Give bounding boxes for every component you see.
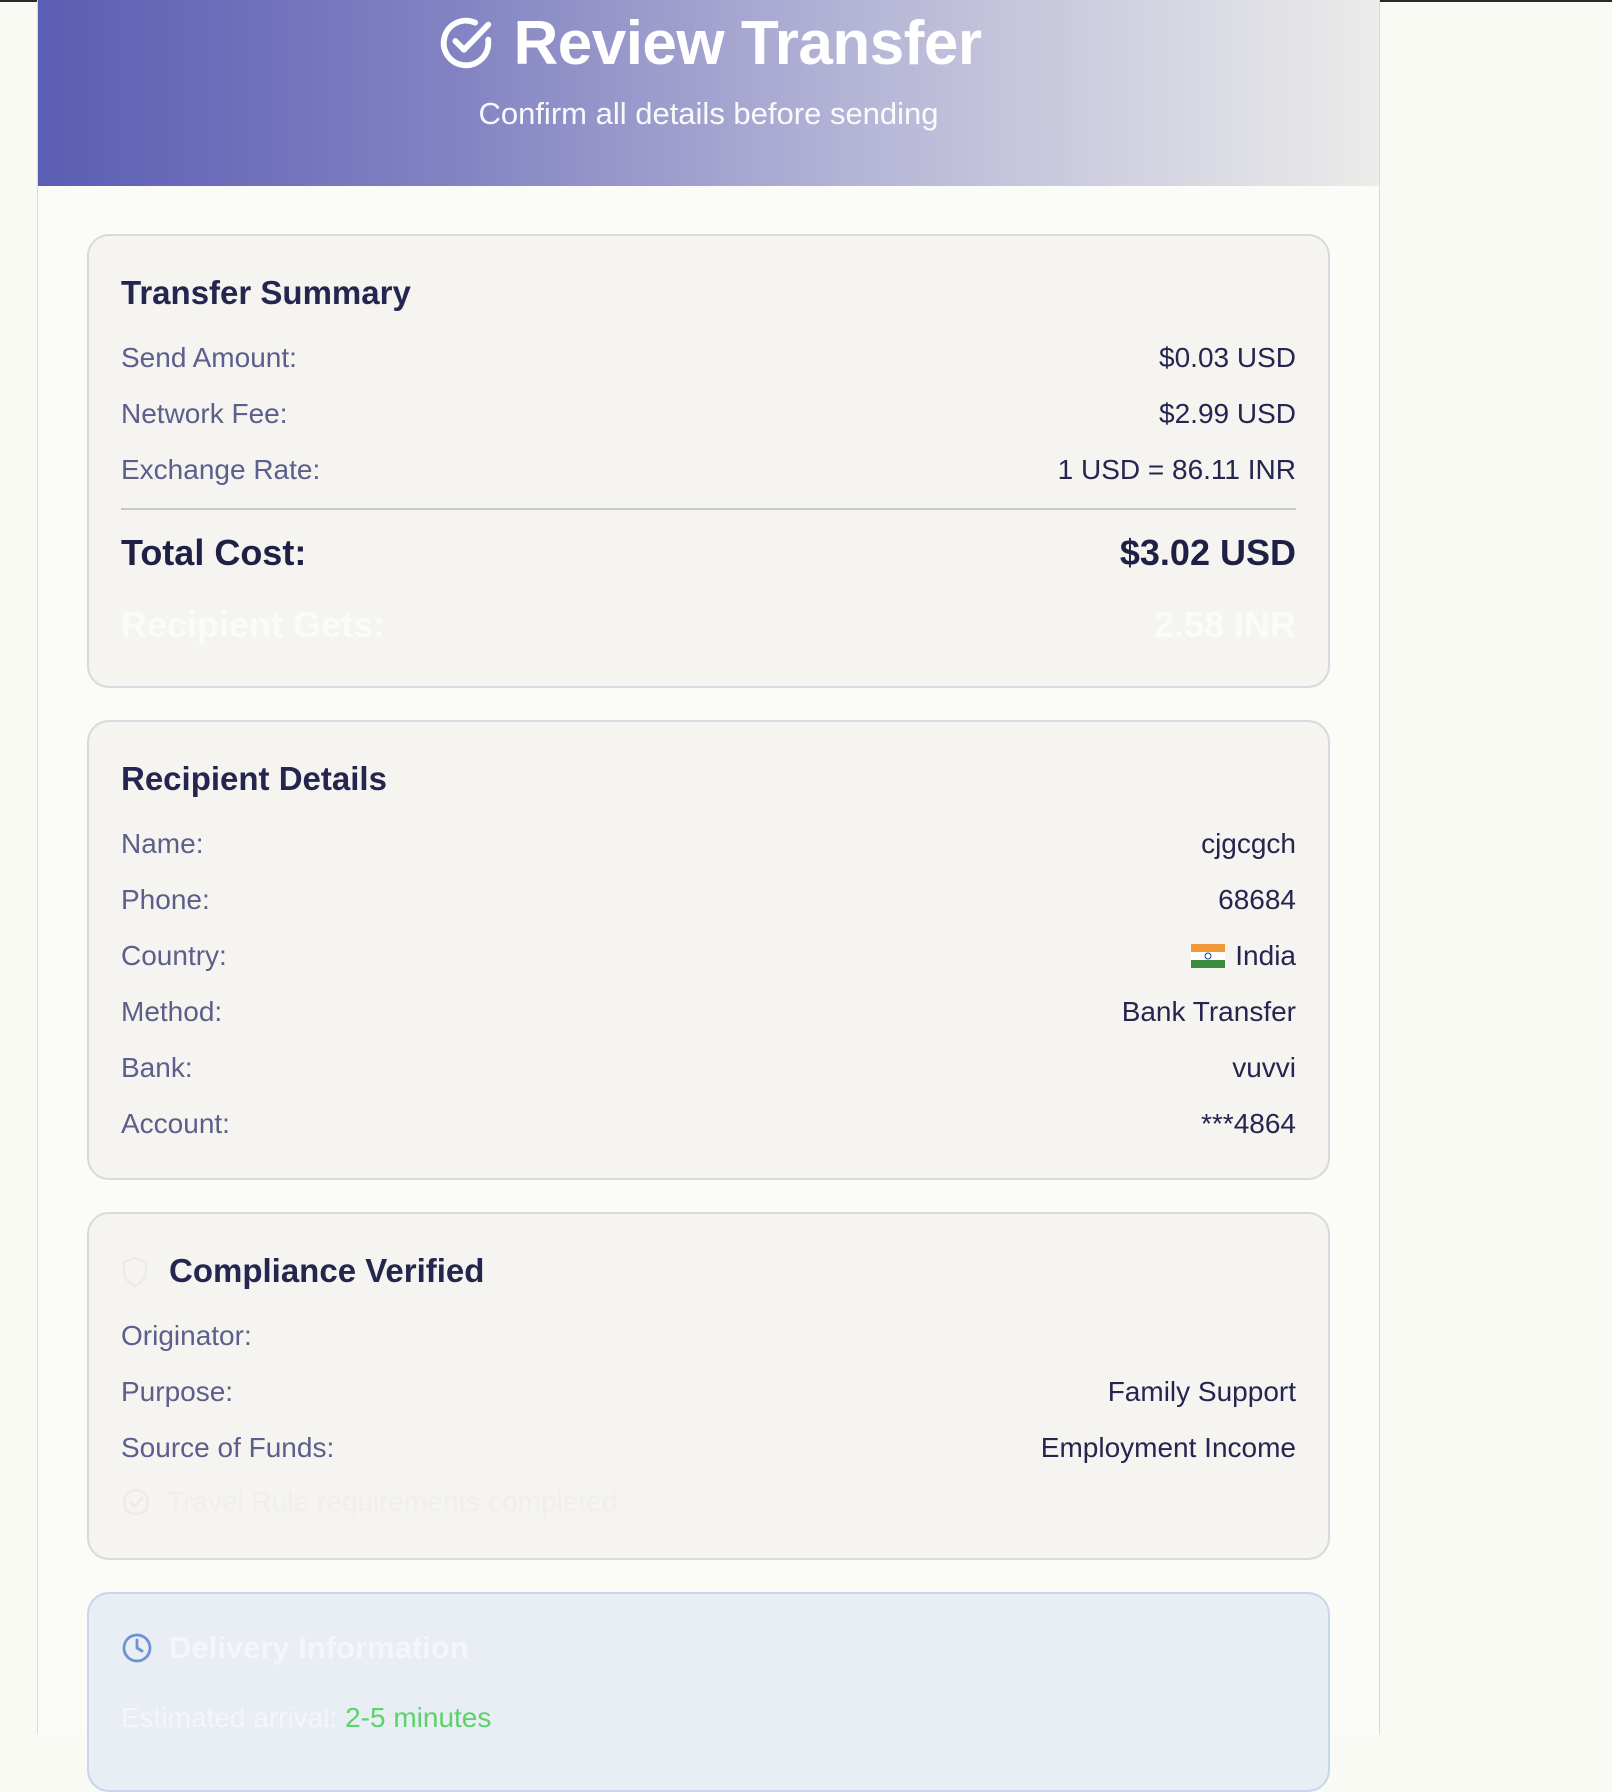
delivery-info-card: Delivery Information Estimated arrival: … [87, 1592, 1330, 1792]
compliance-row-source-of-funds: Source of Funds: Employment Income [121, 1431, 1296, 1465]
recipient-label: Account: [121, 1108, 230, 1139]
compliance-value: Family Support [1107, 1376, 1296, 1407]
delivery-title: Delivery Information [169, 1630, 469, 1665]
recipient-label: Method: [121, 996, 223, 1027]
summary-row-exchange-rate: Exchange Rate: 1 USD = 86.11 INR [121, 453, 1296, 487]
compliance-label: Source of Funds: [121, 1432, 335, 1463]
summary-divider [121, 508, 1296, 510]
clock-icon [122, 1633, 152, 1663]
india-flag-icon [1191, 944, 1226, 968]
recipient-gets-label: Recipient Gets: [121, 604, 386, 645]
recipient-label: Phone: [121, 884, 210, 915]
review-transfer-panel: Review Transfer Confirm all details befo… [37, 0, 1380, 1792]
recipient-label: Bank: [121, 1052, 193, 1083]
check-circle-icon [441, 17, 492, 69]
summary-value: 1 USD = 86.11 INR [1057, 454, 1296, 485]
shield-icon [122, 1256, 148, 1288]
recipient-row-name: Name: cjgcgch [121, 827, 1296, 861]
page-title: Review Transfer [513, 8, 982, 78]
estimated-arrival: Estimated arrival: 2-5 minutes [121, 1702, 491, 1734]
compliance-card: Compliance Verified Originator: Purpose:… [87, 1212, 1330, 1560]
recipient-details-title: Recipient Details [121, 760, 387, 797]
total-cost-label: Total Cost: [121, 532, 307, 573]
recipient-value: India [1191, 939, 1296, 973]
recipient-details-card: Recipient Details Name: cjgcgch Phone: 6… [87, 720, 1330, 1180]
recipient-value: 68684 [1218, 884, 1296, 915]
recipient-label: Name: [121, 828, 204, 859]
compliance-row-originator: Originator: [121, 1319, 1296, 1353]
summary-row-network-fee: Network Fee: $2.99 USD [121, 397, 1296, 431]
summary-row-recipient-gets: Recipient Gets: 2.58 INR [121, 603, 1296, 647]
compliance-title: Compliance Verified [169, 1252, 485, 1289]
summary-label: Network Fee: [121, 398, 288, 429]
transfer-summary-title: Transfer Summary [121, 274, 411, 311]
compliance-row-purpose: Purpose: Family Support [121, 1375, 1296, 1409]
recipient-row-phone: Phone: 68684 [121, 883, 1296, 917]
recipient-row-account: Account: ***4864 [121, 1107, 1296, 1141]
summary-row-total-cost: Total Cost: $3.02 USD [121, 531, 1296, 575]
recipient-value: ***4864 [1201, 1108, 1296, 1139]
recipient-value: Bank Transfer [1121, 996, 1296, 1027]
header-title-row: Review Transfer [38, 8, 1379, 78]
recipient-row-bank: Bank: vuvvi [121, 1051, 1296, 1085]
recipient-value: cjgcgch [1201, 828, 1296, 859]
compliance-label: Originator: [121, 1320, 252, 1351]
recipient-row-country: Country: India [121, 939, 1296, 973]
check-circle-icon [122, 1488, 150, 1516]
summary-value: $2.99 USD [1159, 398, 1296, 429]
summary-label: Send Amount: [121, 342, 297, 373]
recipient-value: vuvvi [1232, 1052, 1296, 1083]
delivery-title-row: Delivery Information [121, 1630, 469, 1666]
compliance-label: Purpose: [121, 1376, 234, 1407]
recipient-label: Country: [121, 940, 227, 971]
compliance-value: Employment Income [1040, 1432, 1296, 1463]
recipient-row-method: Method: Bank Transfer [121, 995, 1296, 1029]
summary-value: $0.03 USD [1159, 342, 1296, 373]
total-cost-value: $3.02 USD [1119, 532, 1296, 573]
page-subtitle: Confirm all details before sending [478, 96, 939, 131]
page-header: Review Transfer Confirm all details befo… [38, 0, 1379, 186]
summary-label: Exchange Rate: [121, 454, 321, 485]
summary-row-send-amount: Send Amount: $0.03 USD [121, 341, 1296, 375]
travel-rule-text: Travel Rule requirements completed [167, 1486, 618, 1517]
estimated-arrival-value: 2-5 minutes [345, 1702, 492, 1733]
recipient-gets-value: 2.58 INR [1153, 604, 1296, 645]
travel-rule-status: Travel Rule requirements completed [121, 1486, 617, 1518]
transfer-summary-card: Transfer Summary Send Amount: $0.03 USD … [87, 234, 1330, 688]
country-name: India [1235, 940, 1296, 971]
estimated-arrival-label: Estimated arrival: [121, 1702, 338, 1733]
